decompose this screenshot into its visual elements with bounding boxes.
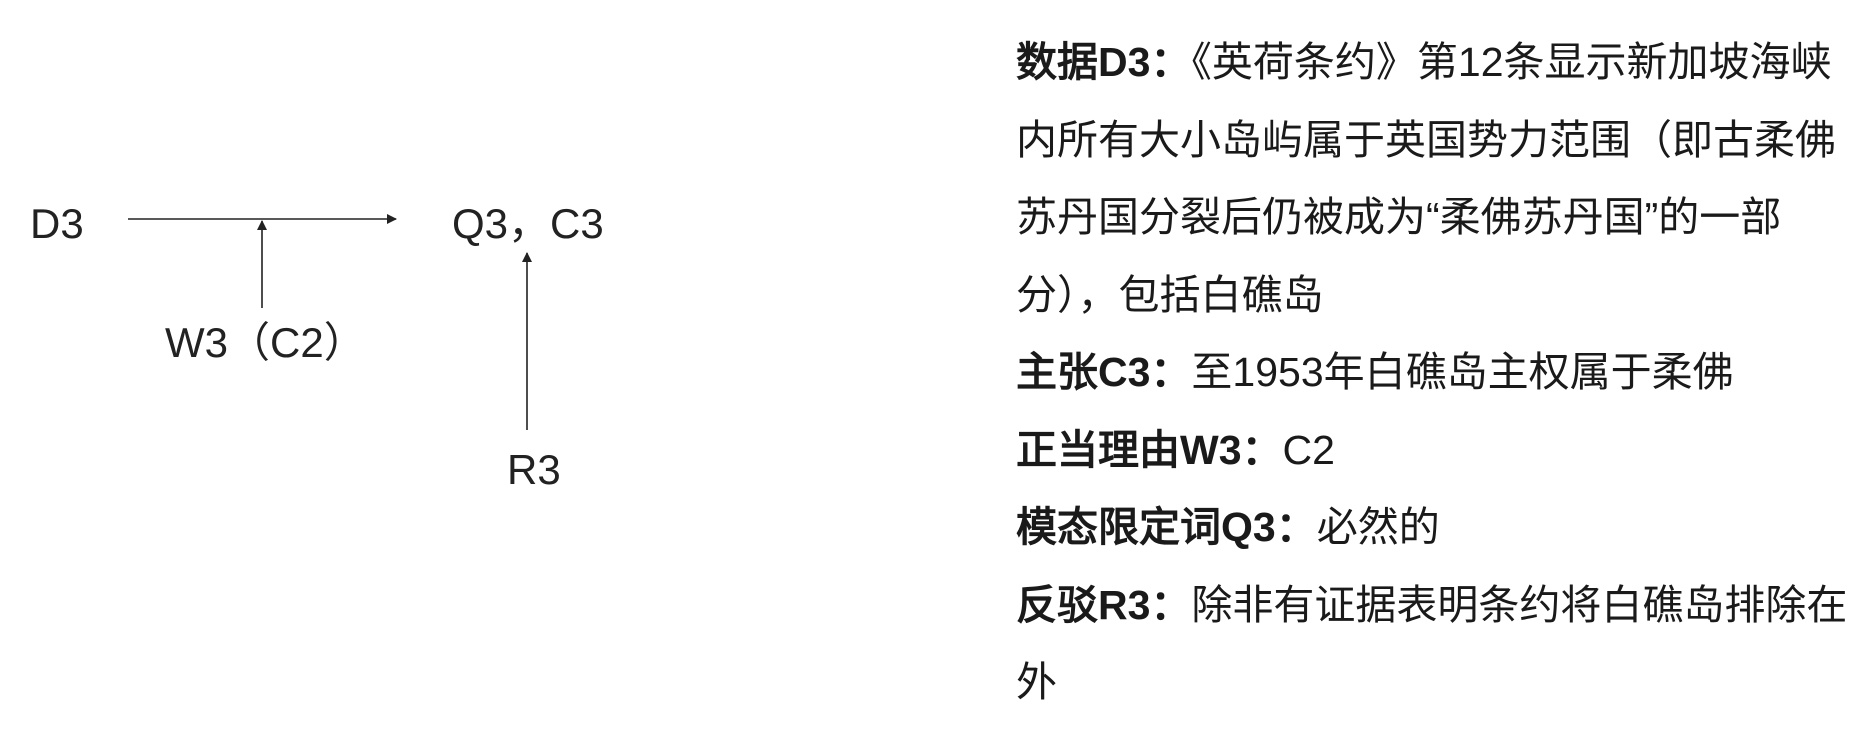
page-canvas: D3 Q3，C3 W3（C2） R3 数据D3：《英荷条约》第12条显示新加坡海… [0, 0, 1864, 737]
data-label: 数据D3： [1016, 39, 1192, 85]
claim-node-label: Q3，C3 [452, 200, 604, 247]
qualifier-paragraph: 模态限定词Q3：必然的 [1016, 489, 1852, 567]
rebuttal-node-label: R3 [507, 446, 561, 493]
rebuttal-label: 反驳R3： [1016, 581, 1192, 628]
data-node-label: D3 [30, 200, 84, 247]
qualifier-text: 必然的 [1316, 504, 1440, 550]
warrant-label: 正当理由W3： [1016, 426, 1283, 473]
data-paragraph: 数据D3：《英荷条约》第12条显示新加坡海峡内所有大小岛屿属于英国势力范围（即古… [1016, 24, 1852, 334]
warrant-paragraph: 正当理由W3：C2 [1016, 412, 1852, 490]
qualifier-label: 模态限定词Q3： [1016, 504, 1317, 550]
explanation-panel: 数据D3：《英荷条约》第12条显示新加坡海峡内所有大小岛屿属于英国势力范围（即古… [1016, 24, 1852, 722]
rebuttal-paragraph: 反驳R3：除非有证据表明条约将白礁岛排除在外 [1016, 567, 1852, 722]
warrant-text: C2 [1282, 426, 1335, 473]
claim-label: 主张C3： [1016, 349, 1192, 395]
diagram-arrows [128, 214, 532, 430]
claim-paragraph: 主张C3：至1953年白礁岛主权属于柔佛 [1016, 334, 1852, 412]
toulmin-diagram: D3 Q3，C3 W3（C2） R3 [0, 0, 980, 737]
claim-text: 至1953年白礁岛主权属于柔佛 [1191, 349, 1734, 395]
warrant-node-label: W3（C2） [165, 319, 366, 366]
